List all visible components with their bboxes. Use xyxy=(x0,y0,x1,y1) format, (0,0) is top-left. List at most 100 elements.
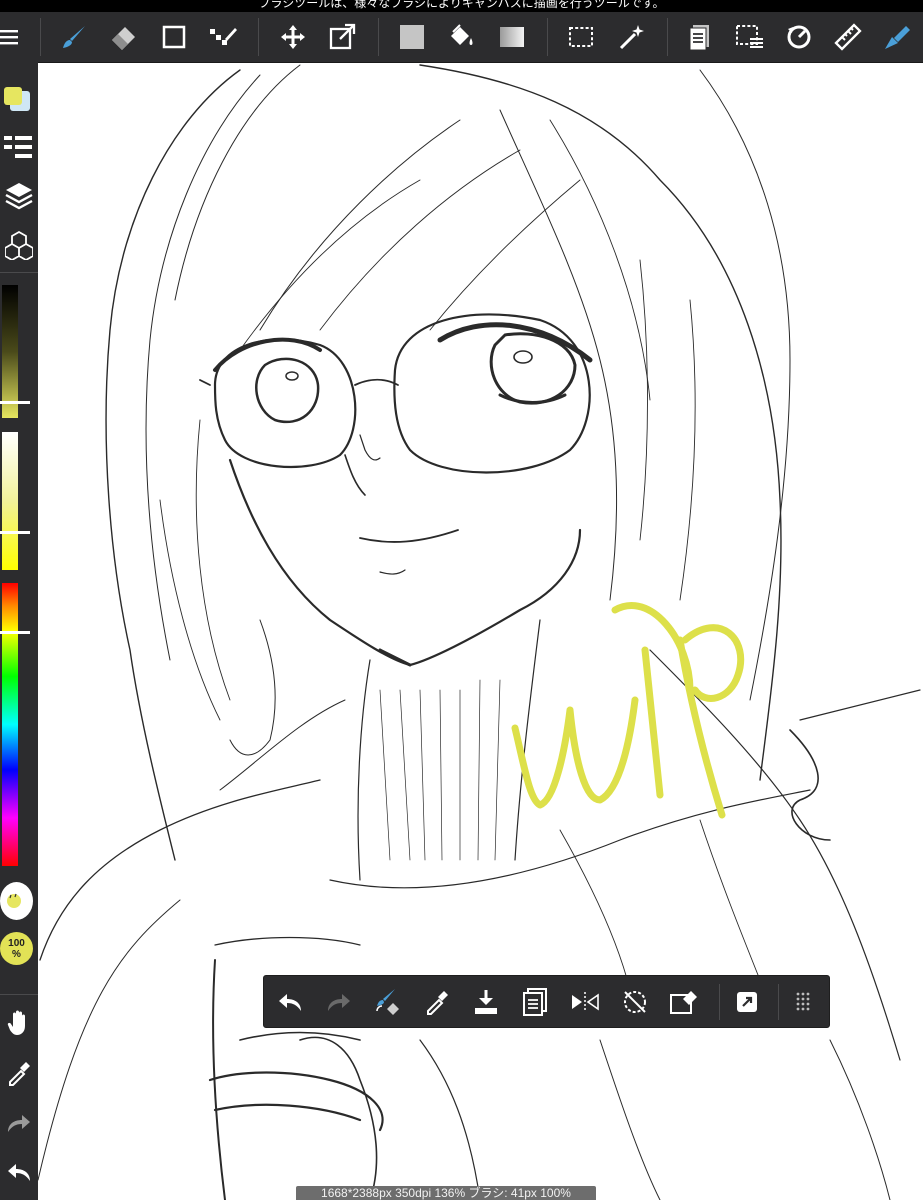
transform-tool-button[interactable] xyxy=(326,21,358,53)
menu-button[interactable] xyxy=(0,21,20,53)
saturation-slider-thumb[interactable] xyxy=(0,531,30,535)
undo-button[interactable] xyxy=(0,1155,38,1189)
eraser-icon xyxy=(112,27,135,50)
brush-size-preview-icon xyxy=(6,893,21,908)
opacity-value: 100 xyxy=(8,937,25,949)
float-bar-divider xyxy=(778,984,779,1020)
toolbar-divider xyxy=(547,18,548,56)
color-swatch-icon xyxy=(4,87,30,111)
brush-size-button[interactable] xyxy=(0,882,33,920)
sidebar-divider xyxy=(0,994,38,995)
flip-horizontal-button[interactable] xyxy=(568,985,602,1019)
menu-icon xyxy=(0,30,18,45)
material-3d-button[interactable] xyxy=(0,228,38,262)
sketch-artwork xyxy=(38,64,921,1200)
fill-color-button[interactable] xyxy=(396,21,428,53)
left-sidebar: 100 % xyxy=(0,62,38,1200)
brush-icon xyxy=(63,26,85,48)
quick-access-button[interactable] xyxy=(881,21,913,53)
drag-handle[interactable] xyxy=(786,985,820,1019)
layers-button[interactable] xyxy=(0,179,38,213)
toolbar-divider xyxy=(667,18,668,56)
hand-icon xyxy=(7,1010,25,1035)
quick-access-icon xyxy=(885,26,910,49)
hint-text: ブラシツールは、様々なブラシによりキャンバスに描画を行うツールです。 xyxy=(258,0,665,10)
clear-layer-icon xyxy=(670,991,697,1014)
move-tool-button[interactable] xyxy=(277,21,309,53)
bucket-tool-button[interactable] xyxy=(445,21,477,53)
hint-bar: ブラシツールは、様々なブラシによりキャンバスに描画を行うツールです。 xyxy=(0,0,923,12)
brush-eraser-toggle-button[interactable] xyxy=(371,985,405,1019)
color-swatch-button[interactable] xyxy=(0,80,38,120)
object-tool-button[interactable] xyxy=(158,21,190,53)
clear-button[interactable] xyxy=(667,985,701,1019)
selection-layer-icon xyxy=(736,25,763,48)
redo-icon xyxy=(328,994,350,1011)
canvas-status-bar: 1668*2388px 350dpi 136% ブラシ: 41px 100% xyxy=(296,1186,596,1200)
floating-action-bar xyxy=(263,975,830,1028)
redo-button[interactable] xyxy=(322,985,356,1019)
canvas-status-text: 1668*2388px 350dpi 136% ブラシ: 41px 100% xyxy=(321,1186,571,1200)
redo-button[interactable] xyxy=(0,1106,38,1140)
hue-slider[interactable] xyxy=(2,583,18,866)
toolbar-divider xyxy=(378,18,379,56)
toolbar-divider xyxy=(258,18,259,56)
selection-layer-button[interactable] xyxy=(734,21,766,53)
value-slider[interactable] xyxy=(2,285,18,418)
top-toolbar xyxy=(0,12,923,63)
redo-icon xyxy=(8,1115,30,1132)
select-tool-button[interactable] xyxy=(565,21,597,53)
transform-square-icon xyxy=(737,992,757,1012)
copy-button[interactable] xyxy=(518,985,552,1019)
opacity-unit: % xyxy=(12,948,21,960)
rotate-tool-button[interactable] xyxy=(783,21,815,53)
brush-list-button[interactable] xyxy=(0,130,38,164)
eyedropper-icon xyxy=(427,991,448,1015)
float-bar-divider xyxy=(719,984,720,1020)
dot-pen-icon xyxy=(210,28,237,45)
material-panel-button[interactable] xyxy=(684,21,716,53)
paint-bucket-icon xyxy=(451,24,473,45)
undo-icon xyxy=(8,1164,30,1181)
opacity-button[interactable]: 100 % xyxy=(0,932,33,965)
eraser-tool-button[interactable] xyxy=(107,21,139,53)
save-download-button[interactable] xyxy=(469,985,503,1019)
dot-tool-button[interactable] xyxy=(207,21,239,53)
eyedropper-button[interactable] xyxy=(0,1056,38,1090)
brush-tool-button[interactable] xyxy=(58,21,90,53)
download-icon xyxy=(475,990,497,1014)
rotate-icon xyxy=(787,25,811,49)
saturation-slider[interactable] xyxy=(2,432,18,570)
ruler-icon xyxy=(834,23,862,51)
marquee-icon xyxy=(569,27,593,47)
rotate-reset-button[interactable] xyxy=(618,985,652,1019)
undo-button[interactable] xyxy=(273,985,307,1019)
magic-wand-icon xyxy=(619,25,644,50)
ruler-tool-button[interactable] xyxy=(832,21,864,53)
toolbar-divider xyxy=(40,18,41,56)
value-slider-thumb[interactable] xyxy=(0,400,30,404)
flip-horizontal-icon xyxy=(572,992,599,1012)
drag-handle-icon xyxy=(796,992,810,1011)
hand-tool-button[interactable] xyxy=(0,1006,38,1040)
undo-icon xyxy=(279,994,301,1011)
transform-icon xyxy=(329,23,356,50)
copy-icon xyxy=(523,988,547,1016)
eyedropper-icon xyxy=(9,1062,30,1086)
hue-slider-thumb[interactable] xyxy=(0,631,30,635)
color-swatch-icon xyxy=(400,25,424,49)
list-icon xyxy=(4,136,32,158)
layers-icon xyxy=(5,183,33,210)
magic-wand-tool-button[interactable] xyxy=(616,21,648,53)
gradient-icon xyxy=(500,27,524,47)
cubes-icon xyxy=(5,230,33,260)
brush-eraser-toggle-icon xyxy=(376,989,399,1015)
transform-button[interactable] xyxy=(730,985,764,1019)
move-arrows-icon xyxy=(281,25,305,49)
rotate-reset-icon xyxy=(624,991,646,1013)
material-icon xyxy=(689,25,709,51)
eyedropper-button[interactable] xyxy=(420,985,454,1019)
drawing-canvas[interactable] xyxy=(38,63,923,1200)
gradient-tool-button[interactable] xyxy=(496,21,528,53)
sidebar-divider xyxy=(0,272,38,273)
